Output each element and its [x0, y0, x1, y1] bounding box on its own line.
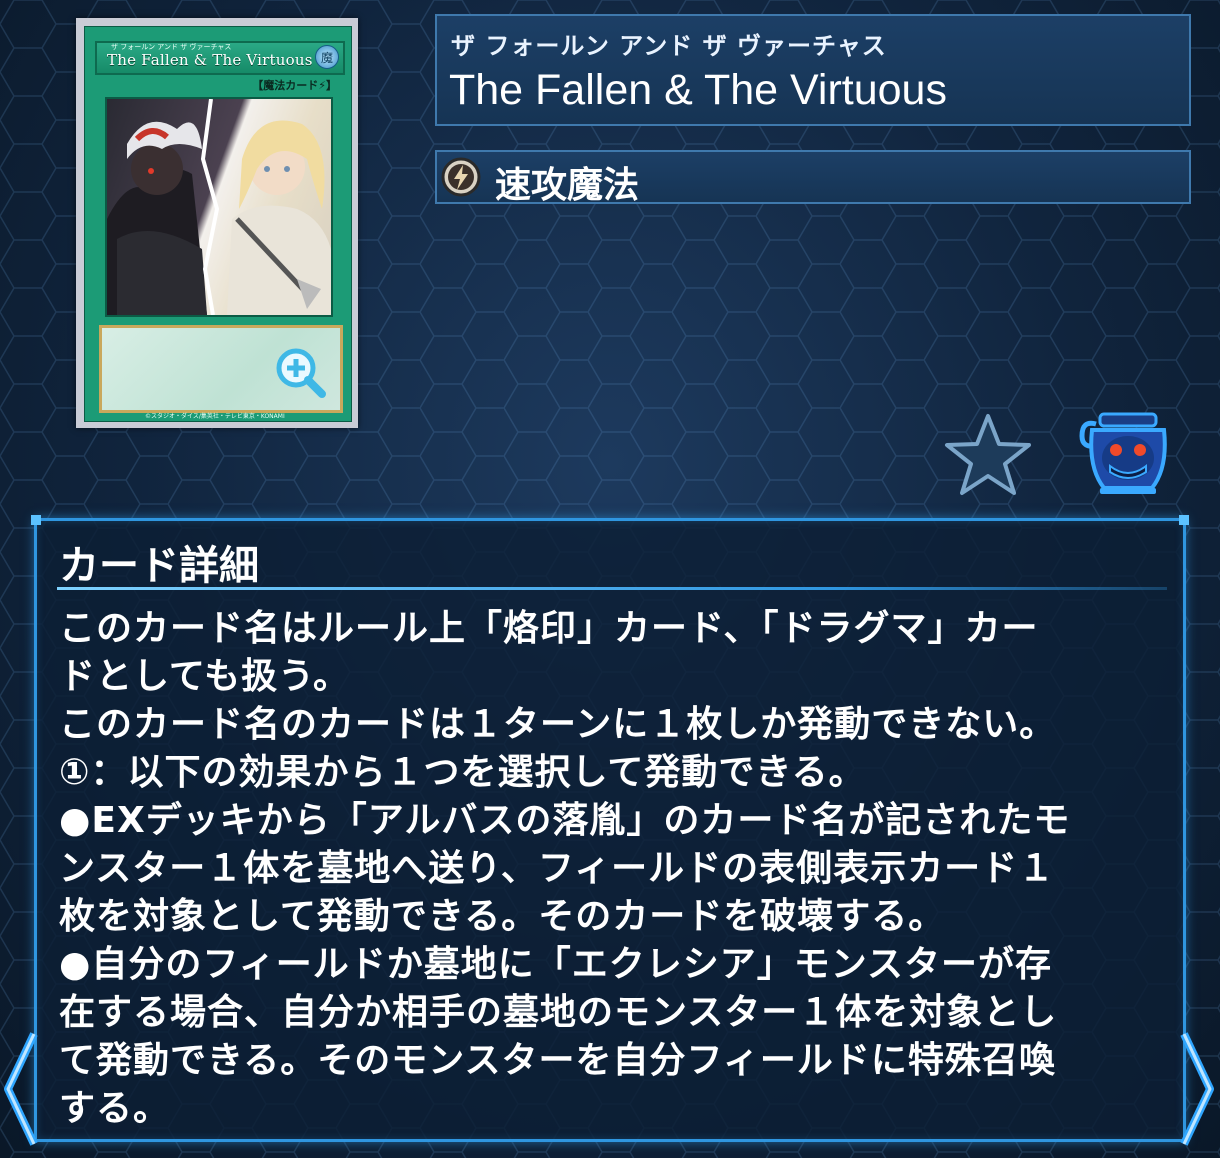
detail-divider [57, 587, 1167, 590]
effect-line: このカード名のカードは１ターンに１枚しか発動できない。 [59, 704, 1057, 745]
effect-line: て発動できる。そのモンスターを自分フィールドに特殊召喚 [59, 1040, 1056, 1081]
card-artwork [105, 97, 333, 317]
card-image[interactable]: ザ フォールン アンド ザ ヴァーチャス The Fallen & The Vi… [76, 18, 358, 428]
effect-line: このカード名はルール上「烙印」カード、「ドラグマ」カー [59, 608, 1039, 649]
panel-corner [31, 515, 41, 525]
effect-line: ①：以下の効果から１つを選択して発動できる。 [59, 752, 866, 793]
effect-line: 枚を対象として発動できる。そのカードを破壊する。 [59, 896, 946, 937]
panel-corner [1179, 515, 1189, 525]
effect-line: する。 [59, 1088, 171, 1129]
chevron-right-icon[interactable] [1178, 1030, 1218, 1148]
quick-play-spell-icon [441, 157, 481, 197]
pot-of-greed-icon[interactable] [1074, 410, 1174, 496]
card-name-title: The Fallen & The Virtuous [449, 66, 947, 114]
spell-attribute-icon: 魔 [315, 45, 339, 69]
card-type-label: 速攻魔法 [495, 165, 640, 206]
card-name-bar: ザ フォールン アンド ザ ヴァーチャス The Fallen & The Vi… [95, 41, 345, 75]
chevron-left-icon[interactable] [0, 1030, 40, 1148]
effect-line: ●自分のフィールドか墓地に「エクレシア」モンスターが存 [59, 944, 1052, 985]
card-text-box [99, 325, 343, 413]
effect-line: 在する場合、自分か相手の墓地のモンスター１体を対象とし [59, 992, 1058, 1033]
card-detail-panel: カード詳細 このカード名はルール上「烙印」カード、「ドラグマ」カー ドとしても扱… [31, 515, 1189, 1142]
card-face: ザ フォールン アンド ザ ヴァーチャス The Fallen & The Vi… [84, 26, 352, 422]
card-copyright: ©スタジオ・ダイス/集英社・テレビ東京・KONAMI [145, 413, 285, 420]
card-type-panel: 速攻魔法 [435, 150, 1191, 206]
card-name-panel: ザ フォールン アンド ザ ヴァーチャス The Fallen & The Vi… [435, 14, 1191, 126]
detail-title: カード詳細 [59, 543, 259, 589]
effect-line: ●EXデッキから「アルバスの落胤」のカード名が記されたモ [59, 800, 1071, 841]
star-icon[interactable] [944, 412, 1032, 496]
card-effect-text: このカード名はルール上「烙印」カード、「ドラグマ」カー ドとしても扱う。 このカ… [59, 605, 1159, 1133]
effect-line: ンスター１体を墓地へ送り、フィールドの表側表示カード１ [59, 848, 1056, 889]
zoom-in-icon[interactable] [272, 344, 328, 400]
effect-line: ドとしても扱う。 [59, 656, 350, 697]
card-name: The Fallen & The Virtuous [107, 51, 313, 69]
card-type-line: 【魔法カード⚡】 [252, 79, 337, 92]
card-name-ruby: ザ フォールン アンド ザ ヴァーチャス [451, 32, 887, 60]
